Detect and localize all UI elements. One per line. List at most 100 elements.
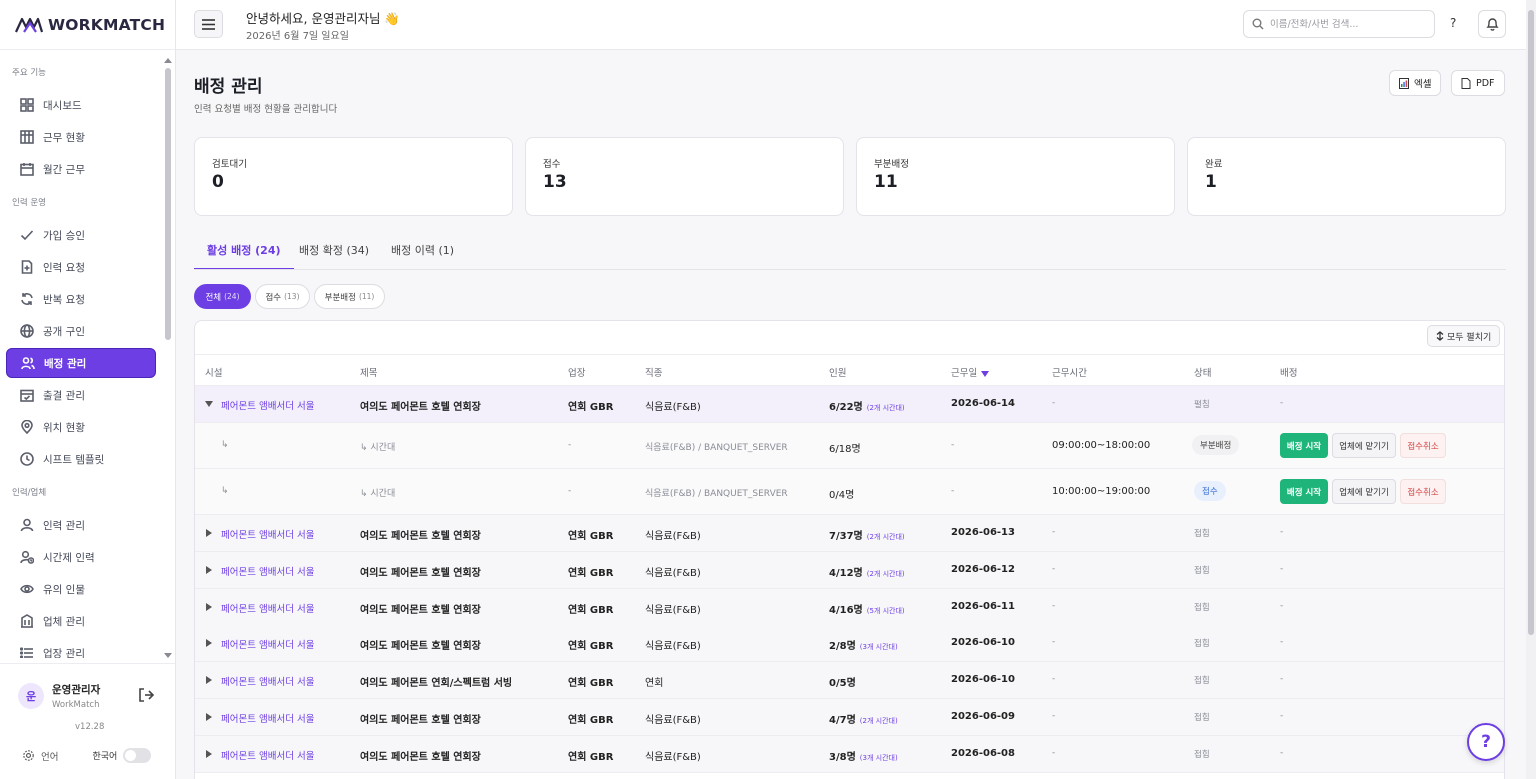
table-row[interactable]: 페어몬트 앰배서더 서울 여의도 페어몬트 호텔 연회장 연회 GBR 식음료(F&B… [195,735,1504,773]
cell-facility[interactable]: 페어몬트 앰배서더 서울 [221,637,314,651]
cell-date: 2026-06-12 [951,563,1015,575]
status-badge: 부분배정 [1192,435,1240,455]
notifications-button[interactable] [1478,10,1506,38]
sidebar-item-calendar[interactable]: 월간 근무 [6,154,156,184]
chevron-right-icon[interactable] [206,639,212,648]
cell-date: 2026-06-14 [951,398,1015,409]
export-pdf-button[interactable]: PDF [1451,70,1505,96]
sort-desc-icon[interactable] [981,370,990,377]
cell-facility[interactable]: 페어몬트 앰배서더 서울 [221,527,314,541]
stat-card-partial: 부분배정 11 [856,137,1175,216]
sidebar-item-user[interactable]: 인력 관리 [6,510,156,540]
chevron-right-icon[interactable] [206,565,212,574]
start-assignment-button[interactable]: 배정 시작 [1280,433,1328,458]
logo[interactable]: WORKMATCH [0,0,175,50]
sidebar-item-grid[interactable]: 대시보드 [6,90,156,120]
expand-all-button[interactable]: 모두 펼치기 [1427,325,1501,347]
assign-to-vendor-button[interactable]: 업체에 맡기기 [1332,479,1396,504]
sidebar-scroll-thumb[interactable] [165,68,171,340]
sidebar-item-users[interactable]: 배정 관리 [6,348,156,378]
menu-toggle-button[interactable] [194,10,223,38]
start-assignment-button[interactable]: 배정 시작 [1280,479,1328,504]
column-header-date[interactable]: 근무일 [951,365,990,379]
cell-date: 2026-06-13 [951,527,1015,538]
sidebar-item-file-plus[interactable]: 인력 요청 [6,252,156,282]
export-pdf-label: PDF [1476,77,1495,89]
chevron-down-icon[interactable] [205,401,213,407]
chevron-right-icon[interactable] [206,602,212,611]
sidebar-item-refresh[interactable]: 반복 요청 [6,284,156,314]
assign-to-vendor-button[interactable]: 업체에 맡기기 [1332,433,1396,458]
chevron-right-icon[interactable] [206,676,212,685]
cell-facility[interactable]: 페어몬트 앰배서더 서울 [221,711,314,725]
table-row[interactable]: 페어몬트 앰배서더 서울 여의도 페어몬트 호텔 연회장 연회 GBR 식음료(F&B… [195,551,1504,589]
table-row[interactable]: 페어몬트 앰배서더 서울 여의도 페어몬트 호텔 연회장 연회 GBR 식음료(F&B… [195,588,1504,626]
filter-chip-received[interactable]: 접수 (13) [255,284,310,309]
scroll-up-icon[interactable] [164,58,172,63]
search-box[interactable] [1243,10,1435,38]
cell-venue: 연회 GBR [568,751,614,763]
sidebar-scrollbar[interactable] [163,56,173,660]
chevron-right-icon[interactable] [206,529,212,537]
tab-assignment-history[interactable]: 배정 이력 (1) [391,238,454,270]
help-button[interactable]: ? [1450,16,1456,30]
cell-facility[interactable]: 페어몬트 앰배서더 서울 [221,398,314,412]
sidebar-item-table[interactable]: 근무 현황 [6,122,156,152]
cell-facility[interactable]: 페어몬트 앰배서더 서울 [221,674,314,688]
cell-facility[interactable]: 페어몬트 앰배서더 서울 [221,748,314,762]
clock-icon [20,452,34,466]
cell-title: ↳ 시간대 [360,443,396,453]
cell-venue: 연회 GBR [568,604,614,616]
table-row[interactable]: 페어몬트 앰배서더 서울 여의도 페어몬트 호텔 연회장 연회 GBR 식음료(F&B… [195,625,1504,663]
tab-confirmed-assignments[interactable]: 배정 확정 (34) [299,238,369,270]
cancel-receipt-button[interactable]: 접수취소 [1400,479,1446,504]
cell-assign: - [1280,600,1284,611]
cell-title: 여의도 페어몬트 호텔 연회장 [360,641,481,653]
segment-count: (2개 시간대) [866,404,905,412]
logout-icon[interactable] [137,686,155,704]
chevron-right-icon[interactable] [206,713,212,721]
sidebar-item-clock[interactable]: 시프트 템플릿 [6,444,156,474]
segment-count: (2개 시간대) [866,569,905,578]
table-row[interactable]: 페어몬트 앰배서더 서울 여의도 페어몬트 연회/스펙트럼 서빙 연회 GBR 연회 0… [195,662,1504,700]
cell-time: - [1052,637,1056,648]
language-toggle[interactable] [123,748,152,763]
sidebar-item-calendar-check[interactable]: 출결 관리 [6,380,156,410]
scroll-down-icon[interactable] [164,653,172,658]
app-version: v12.28 [75,722,105,732]
stat-value: 1 [1205,172,1217,192]
tab-active-assignments[interactable]: 활성 배정 (24) [194,238,294,270]
page-scroll-thumb[interactable] [1528,10,1534,635]
sidebar-item-building[interactable]: 업체 관리 [6,606,156,636]
search-input[interactable] [1270,18,1420,30]
help-fab-button[interactable]: ? [1467,723,1505,761]
nav-section-title: 인력/업체 [12,488,47,498]
chevron-right-icon[interactable] [206,749,212,758]
table-row[interactable]: 페어몬트 앰배서더 서울 여의도 페어몬트 호텔 연회장 연회 GBR 식음료(F&B… [195,515,1504,552]
sidebar-item-map-pin[interactable]: 위치 현황 [6,412,156,442]
sidebar-item-check[interactable]: 가입 승인 [6,220,156,250]
check-icon [20,228,34,242]
table-row[interactable]: 페어몬트 앰배서더 서울 여의도 페어몬트 호텔 연회장 연회 GBR 식음료(F&B… [195,699,1504,736]
sidebar-item-label: 반복 요청 [43,293,85,306]
filter-chip-all[interactable]: 전체 (24) [194,284,251,309]
cell-job: 식음료(F&B) [645,751,701,763]
sidebar-item-globe[interactable]: 공개 구인 [6,316,156,346]
export-excel-button[interactable]: 엑셀 [1389,70,1442,96]
filter-chip-partial[interactable]: 부분배정 (11) [314,284,385,309]
segment-count: (2개 시간대) [866,533,905,541]
cell-facility[interactable]: 페어몬트 앰배서더 서울 [221,601,314,615]
sidebar-item-eye[interactable]: 유의 인물 [6,574,156,604]
hamburger-icon [202,18,215,30]
sidebar-item-list[interactable]: 업장 관리 [6,638,156,658]
table-row[interactable]: 페어몬트 앰배서더 서울 여의도 페어몬트 호텔 연회장 연회 GBR 식음료(F&B… [195,386,1504,423]
sidebar-item-label: 위치 현황 [43,421,85,434]
cell-facility[interactable]: 페어몬트 앰배서더 서울 [221,564,314,578]
cell-headcount: 0/5명 [829,678,856,690]
subrow-arrow: ↳ [221,440,229,450]
cell-headcount: 2/8명 (3개 시간대) [829,641,898,653]
cell-status: 접힘 [1194,602,1210,613]
sidebar-item-user-clock[interactable]: 시간제 인력 [6,542,156,572]
page-scrollbar[interactable] [1526,0,1536,779]
cancel-receipt-button[interactable]: 접수취소 [1400,433,1446,458]
